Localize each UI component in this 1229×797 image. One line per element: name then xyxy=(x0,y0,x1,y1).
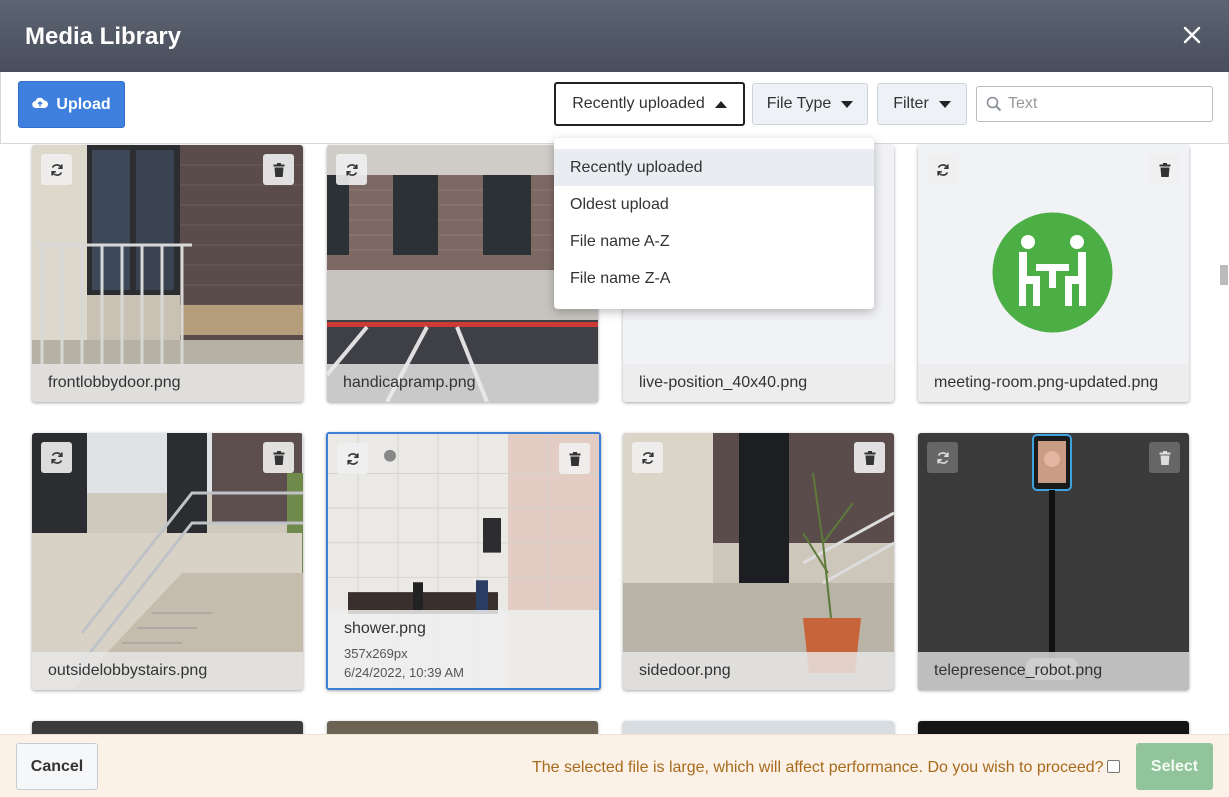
card-caption: handicapramp.png xyxy=(327,364,598,402)
replace-button[interactable] xyxy=(41,154,72,185)
delete-button[interactable] xyxy=(1149,154,1180,185)
proceed-checkbox[interactable] xyxy=(1107,760,1120,773)
delete-button[interactable] xyxy=(263,442,294,473)
card-caption: outsidelobbystairs.png xyxy=(32,652,303,690)
file-name: outsidelobbystairs.png xyxy=(48,662,208,679)
caret-down-icon xyxy=(938,100,951,108)
replace-button[interactable] xyxy=(41,442,72,473)
media-card-selected[interactable]: shower.png 357x269px 6/24/2022, 10:39 AM xyxy=(326,432,601,690)
card-caption: frontlobbydoor.png xyxy=(32,364,303,402)
media-card[interactable]: sidedoor.png xyxy=(623,433,894,690)
search-input[interactable] xyxy=(1008,91,1203,117)
file-type-label: File Type xyxy=(766,95,832,112)
toolbar: Upload Recently uploaded File Type Filte… xyxy=(0,72,1229,144)
refresh-icon xyxy=(346,452,359,465)
file-name: meeting-room.png-updated.png xyxy=(934,374,1159,391)
file-name: telepresence_robot.png xyxy=(934,662,1103,679)
dialog-header: Media Library xyxy=(0,0,1229,72)
filter-label: Filter xyxy=(893,95,929,112)
caret-down-icon xyxy=(841,100,854,108)
close-icon[interactable] xyxy=(1181,24,1203,46)
refresh-icon xyxy=(641,451,654,464)
replace-button[interactable] xyxy=(336,154,367,185)
sort-option-name-a-z[interactable]: File name A-Z xyxy=(554,223,874,260)
sort-option-oldest-upload[interactable]: Oldest upload xyxy=(554,186,874,223)
delete-button[interactable] xyxy=(263,154,294,185)
file-name: live-position_40x40.png xyxy=(639,374,808,391)
delete-button[interactable] xyxy=(559,443,590,474)
trash-icon xyxy=(273,162,284,177)
file-dimensions: 357x269px xyxy=(344,646,408,661)
select-button[interactable]: Select xyxy=(1136,743,1213,790)
file-name: frontlobbydoor.png xyxy=(48,374,181,391)
refresh-icon xyxy=(50,163,63,176)
media-card[interactable] xyxy=(327,721,598,734)
media-card[interactable]: frontlobbydoor.png xyxy=(32,145,303,402)
file-date: 6/24/2022, 10:39 AM xyxy=(344,665,464,680)
sort-dropdown[interactable]: Recently uploaded xyxy=(554,82,745,126)
caret-up-icon xyxy=(714,100,727,108)
search-box xyxy=(976,86,1213,122)
delete-button[interactable] xyxy=(1149,442,1180,473)
cloud-upload-icon xyxy=(32,96,49,114)
trash-icon xyxy=(273,450,284,465)
card-caption: shower.png 357x269px 6/24/2022, 10:39 AM xyxy=(328,610,599,688)
sort-menu: Recently uploaded Oldest upload File nam… xyxy=(554,138,874,309)
trash-icon xyxy=(1159,450,1170,465)
file-name: handicapramp.png xyxy=(343,374,476,391)
card-caption: live-position_40x40.png xyxy=(623,364,894,402)
card-caption: sidedoor.png xyxy=(623,652,894,690)
filter-dropdown[interactable]: Filter xyxy=(877,83,967,125)
card-caption: telepresence_robot.png xyxy=(918,652,1189,690)
media-card[interactable]: telepresence_robot.png xyxy=(918,433,1189,690)
media-card[interactable] xyxy=(32,721,303,734)
upload-button[interactable]: Upload xyxy=(18,81,125,128)
sort-label: Recently uploaded xyxy=(572,95,705,112)
sort-option-recently-uploaded[interactable]: Recently uploaded xyxy=(554,149,874,186)
replace-button[interactable] xyxy=(337,443,368,474)
replace-button[interactable] xyxy=(632,442,663,473)
dialog-footer: Cancel The selected file is large, which… xyxy=(0,734,1229,797)
media-card[interactable]: meeting-room.png-updated.png xyxy=(918,145,1189,402)
file-name: shower.png xyxy=(344,620,426,637)
dialog-title: Media Library xyxy=(25,23,182,50)
large-file-warning: The selected file is large, which will a… xyxy=(532,759,1104,776)
meeting-room-icon xyxy=(992,212,1113,333)
cancel-button[interactable]: Cancel xyxy=(16,743,98,790)
scrollbar-thumb[interactable] xyxy=(1220,265,1228,285)
media-card[interactable]: outsidelobbystairs.png xyxy=(32,433,303,690)
replace-button[interactable] xyxy=(927,442,958,473)
trash-icon xyxy=(1159,162,1170,177)
file-type-dropdown[interactable]: File Type xyxy=(752,83,868,125)
trash-icon xyxy=(864,450,875,465)
refresh-icon xyxy=(50,451,63,464)
media-card[interactable] xyxy=(623,721,894,734)
media-card[interactable] xyxy=(918,721,1189,734)
refresh-icon xyxy=(345,163,358,176)
upload-label: Upload xyxy=(56,95,111,113)
delete-button[interactable] xyxy=(854,442,885,473)
card-caption: meeting-room.png-updated.png xyxy=(918,364,1189,402)
trash-icon xyxy=(569,451,580,466)
refresh-icon xyxy=(936,451,949,464)
file-name: sidedoor.png xyxy=(639,662,731,679)
replace-button[interactable] xyxy=(927,154,958,185)
sort-option-name-z-a[interactable]: File name Z-A xyxy=(554,260,874,297)
refresh-icon xyxy=(936,163,949,176)
